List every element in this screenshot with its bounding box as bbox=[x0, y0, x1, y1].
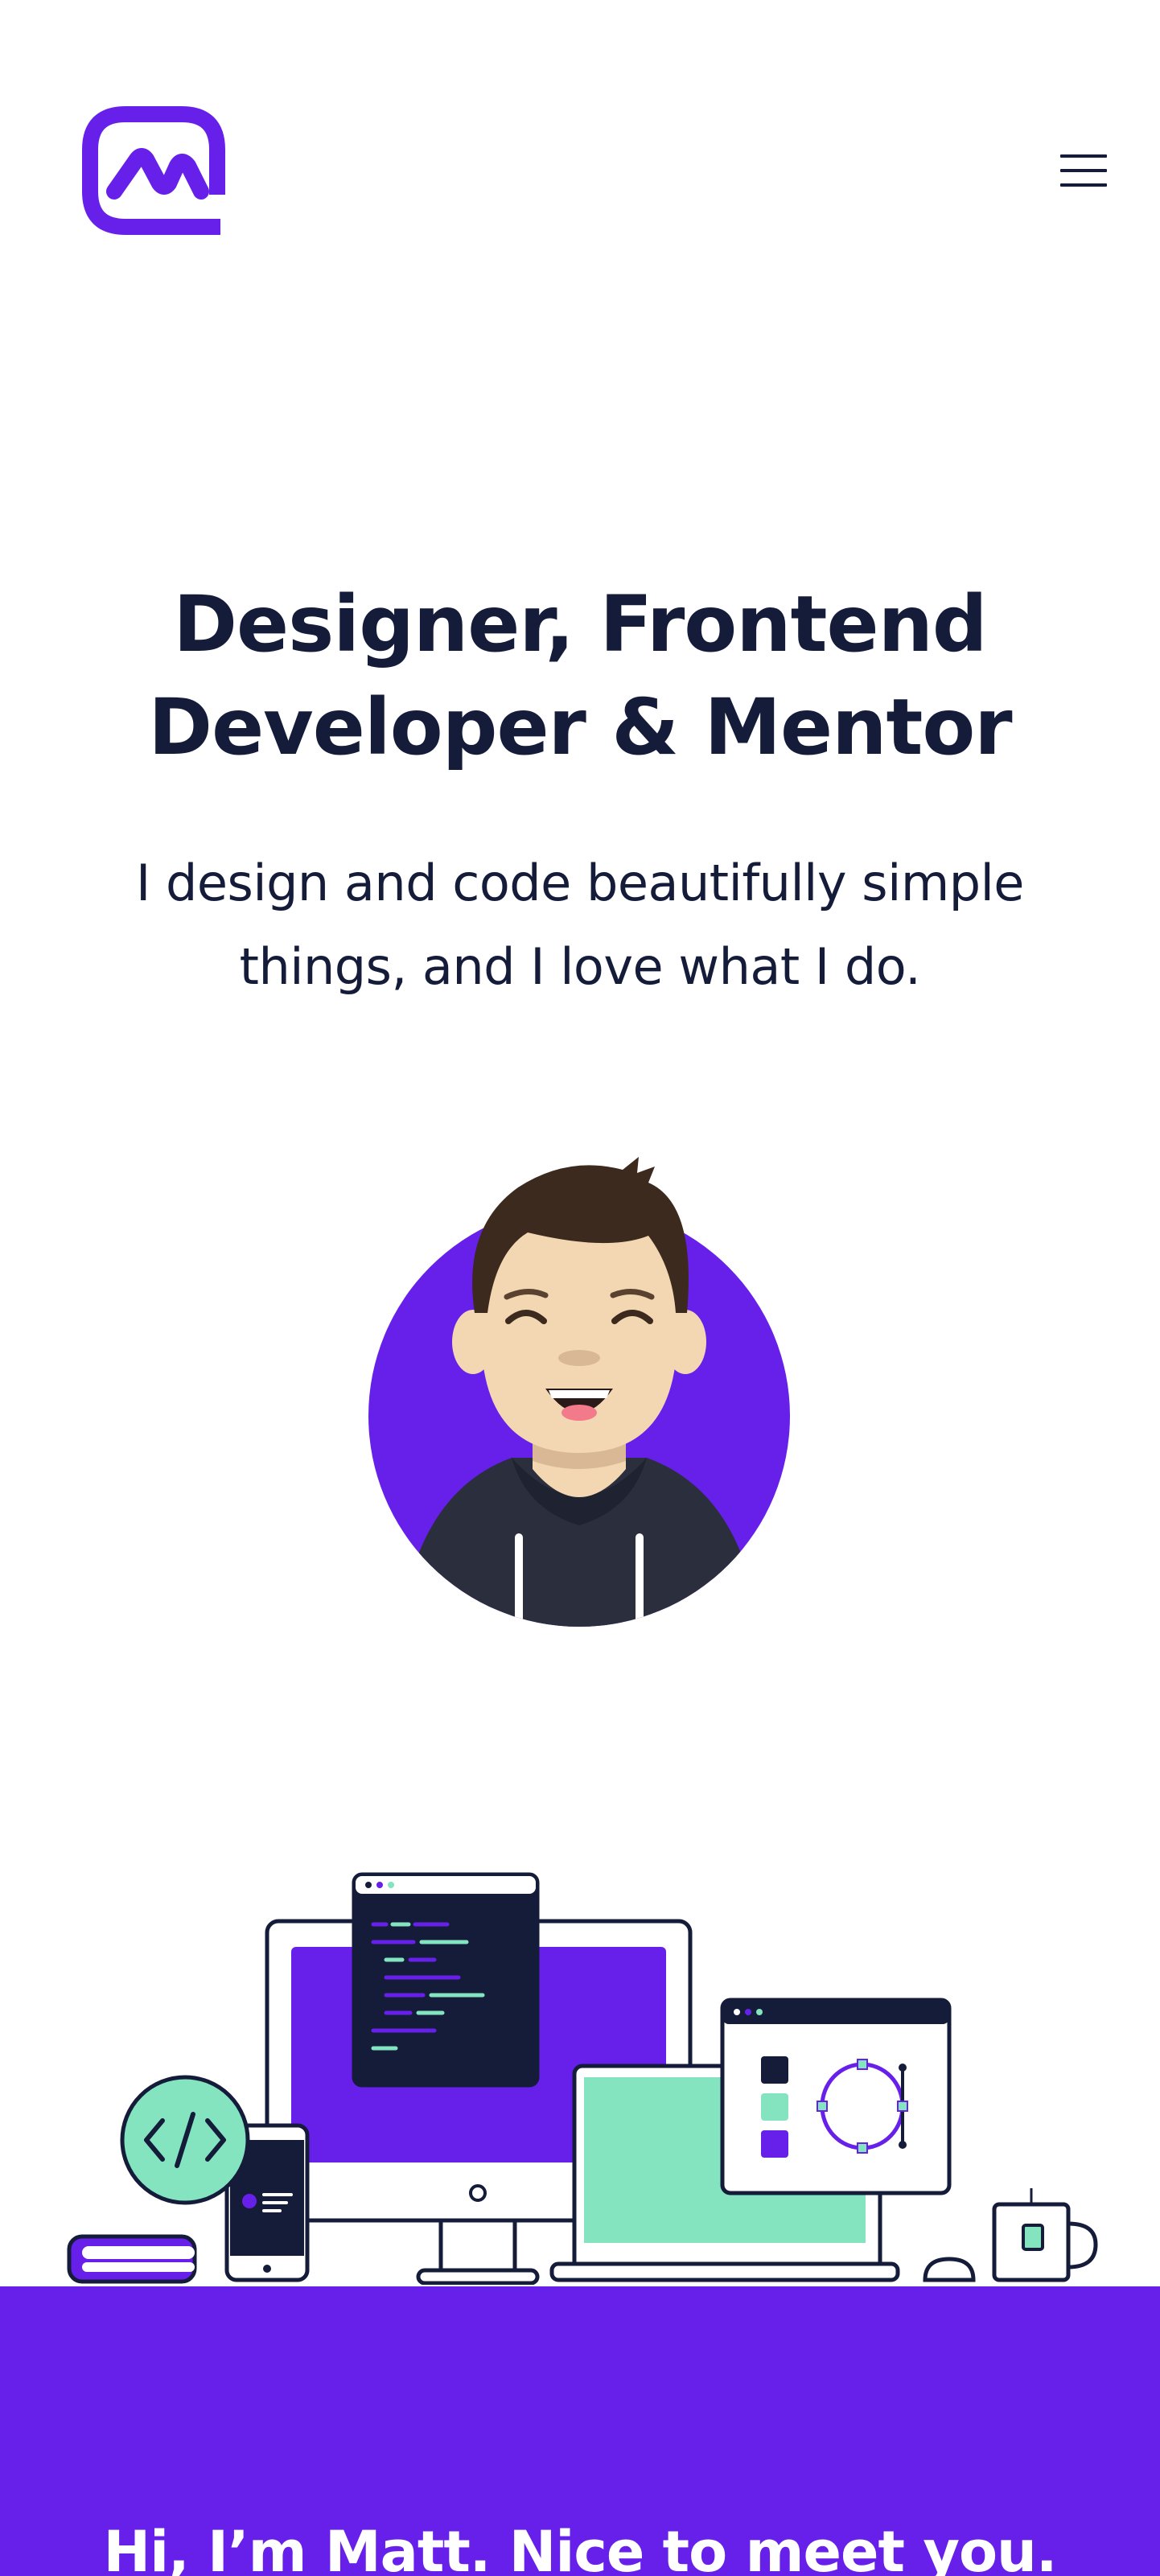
workspace-illustration-icon bbox=[67, 1872, 1098, 2285]
site-header bbox=[0, 0, 1160, 241]
menu-line bbox=[1060, 183, 1107, 187]
menu-line bbox=[1060, 169, 1107, 172]
hero-subtitle-line: things, and I love what I do. bbox=[239, 937, 921, 996]
hero-title-line: Designer, Frontend bbox=[173, 579, 987, 669]
intro-title: Hi, I’m Matt. Nice to meet you. bbox=[103, 2519, 1058, 2576]
hero-subtitle-line: I design and code beautifully simple bbox=[136, 854, 1024, 912]
menu-button[interactable] bbox=[1060, 151, 1107, 190]
hero-subtitle: I design and code beautifully simple thi… bbox=[0, 842, 1160, 1009]
hero-title-line: Developer & Mentor bbox=[148, 682, 1012, 772]
intro-section: Hi, I’m Matt. Nice to meet you. bbox=[0, 2286, 1160, 2576]
menu-line bbox=[1060, 154, 1107, 158]
hero-title: Designer, Frontend Developer & Mentor bbox=[0, 573, 1160, 779]
logo-icon[interactable] bbox=[80, 105, 225, 240]
avatar-illustration-icon bbox=[368, 1157, 790, 1627]
